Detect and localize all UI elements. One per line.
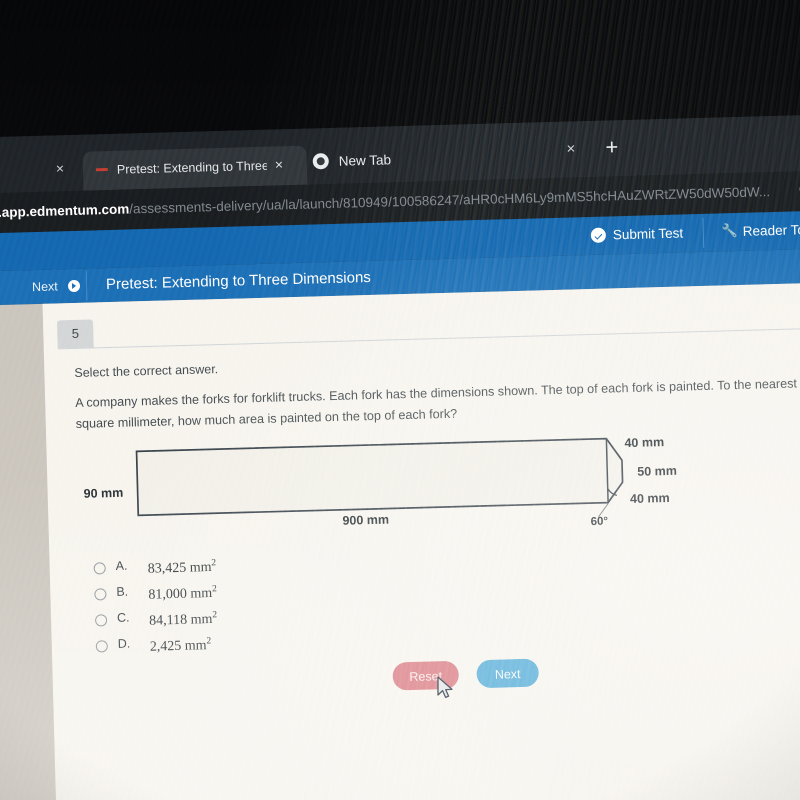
url-host: f1.app.edmentum.com (0, 201, 130, 221)
label-right-top: 40 mm (624, 435, 665, 451)
new-tab-label: New Tab (338, 152, 392, 169)
topbar-divider (702, 217, 705, 248)
label-left-width: 90 mm (83, 485, 124, 501)
reader-tools-button[interactable]: 🔧 Reader Tools (722, 220, 800, 242)
label-right-bottom: 40 mm (629, 490, 670, 507)
fork-outline (135, 437, 624, 517)
question-number: 5 (71, 325, 80, 342)
new-tab-button[interactable]: + (605, 134, 619, 159)
question-divider (57, 327, 800, 350)
submit-test-button[interactable]: Submit Test (590, 223, 684, 245)
browser-tab-title: Pretest: Extending to Three Dim (116, 158, 268, 177)
next-circle-icon (67, 279, 81, 293)
screen-content: × + × Pretest: Extending to Three Dim × … (0, 113, 800, 800)
tab-strip-close-icon[interactable]: × (56, 160, 65, 176)
option-letter-a: A. (115, 558, 128, 573)
question-card: 5 Select the correct answer. A company m… (42, 281, 800, 800)
url-path: /assessments-delivery/ua/la/launch/81094… (129, 184, 771, 217)
option-letter-d: D. (117, 636, 131, 651)
nav-next-button[interactable]: Next (31, 277, 81, 296)
window-close-icon[interactable]: × (566, 140, 575, 157)
next-button[interactable]: Next (476, 658, 540, 689)
radio-button-d[interactable] (95, 640, 108, 653)
option-text-d: 2,425 mm2 (149, 636, 212, 655)
label-bottom-length: 900 mm (342, 512, 390, 528)
answer-options: A. 83,425 mm2 B. 81,000 mm2 C. 84,118 mm… (93, 545, 516, 660)
photo-of-monitor: × + × Pretest: Extending to Three Dim × … (0, 0, 800, 800)
reset-button[interactable]: Reset (392, 660, 460, 691)
submit-test-label: Submit Test (612, 225, 684, 243)
fork-shape-svg (135, 437, 624, 518)
label-right-slant: 50 mm (637, 463, 678, 479)
document-icon (95, 168, 108, 172)
label-angle: 60° (590, 515, 609, 529)
nav-divider (85, 270, 88, 301)
browser-tab-new-tab[interactable]: New Tab (312, 150, 392, 171)
forklift-fork-top-view-diagram: 90 mm 900 mm 40 mm 50 mm 40 mm 60° (76, 418, 800, 549)
wrench-icon: 🔧 (721, 222, 739, 239)
question-number-tab[interactable]: 5 (56, 319, 94, 349)
check-circle-icon (590, 227, 607, 243)
option-text-c: 84,118 mm2 (148, 610, 218, 629)
chrome-icon (312, 153, 329, 170)
radio-button-b[interactable] (94, 588, 107, 601)
radio-button-c[interactable] (94, 614, 108, 627)
reader-tools-label: Reader Tools (742, 221, 800, 239)
browser-tab-active[interactable]: Pretest: Extending to Three Dim × (82, 145, 308, 191)
close-icon[interactable]: × (275, 155, 284, 173)
page-title: Pretest: Extending to Three Dimensions (105, 268, 372, 294)
option-text-a: 83,425 mm2 (147, 558, 217, 577)
option-letter-b: B. (116, 584, 129, 599)
option-text-b: 81,000 mm2 (148, 584, 217, 603)
radio-button-a[interactable] (93, 562, 106, 575)
option-letter-c: C. (116, 610, 130, 625)
nav-next-label: Next (31, 279, 58, 295)
